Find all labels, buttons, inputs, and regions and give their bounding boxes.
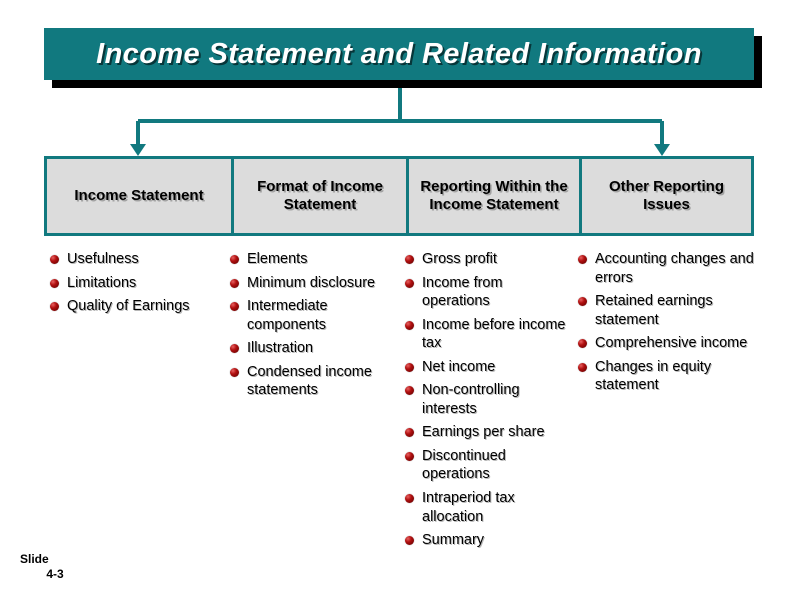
slide-number-label: Slide [20,552,49,566]
bullet-dot-icon [578,339,587,349]
bullet-dot-icon [405,362,414,372]
page-title: Income Statement and Related Information [96,37,702,70]
category-label: Income Statement [74,186,204,204]
category-label: Reporting Within the Income Statement [420,177,568,213]
category-box-income-statement[interactable]: Income Statement [47,159,231,233]
list-item: Income before income tax [405,316,574,353]
arrowhead-left-icon [130,144,146,156]
list-item-label: Earnings per share [422,424,545,441]
bullet-dot-icon [405,451,414,461]
category-box-format-of-income-statement[interactable]: Format of Income Statement [231,159,406,233]
list-item: Accounting changes and errors [578,250,764,287]
list-item: Non-controlling interests [405,381,574,418]
category-label: Other Reporting Issues [609,177,724,213]
bullet-dot-icon [405,494,414,504]
list-item: Gross profit [405,250,574,269]
list-item-label: Retained earnings statement [595,293,713,328]
list-item-label: Intraperiod tax allocation [422,490,515,525]
list-item: Comprehensive income [578,334,764,353]
list-item: Minimum disclosure [230,274,401,293]
list-item: Limitations [50,274,224,293]
bullet-column-reporting-within-the-income-statement: Gross profit Income from operations Inco… [403,250,576,555]
bullet-dot-icon [405,428,414,438]
bullet-dot-icon [230,367,239,377]
bullet-column-other-reporting-issues: Accounting changes and errors Retained e… [576,250,766,400]
list-item-label: Income before income tax [422,316,566,352]
list-item-label: Quality of Earnings [67,298,190,315]
list-item: Income from operations [405,274,574,311]
bullet-dot-icon [50,255,59,264]
title-banner: Income Statement and Related Information [44,28,754,80]
list-item: Earnings per share [405,423,574,442]
list-item-label: Limitations [67,274,137,291]
bullet-dot-icon [578,255,587,264]
bullet-dot-icon [578,362,587,372]
bullet-dot-icon [230,344,239,354]
list-item-label: Elements [247,251,308,267]
bullet-dot-icon [50,278,59,288]
bullet-dot-icon [50,302,59,312]
list-item-label: Changes in equity statement [595,358,712,394]
slide-canvas: Income Statement and Related Information… [0,0,800,600]
list-item-label: Illustration [247,340,314,357]
list-item-label: Comprehensive income [595,335,748,352]
list-item-label: Income from operations [422,274,503,310]
bullet-column-income-statement: Usefulness Limitations Quality of Earnin… [44,250,228,321]
list-item-label: Net income [422,358,496,375]
list-item: Condensed income statements [230,363,401,400]
category-header-row: Income Statement Format of Income Statem… [44,156,754,236]
bullet-dot-icon [405,320,414,330]
bullet-dot-icon [230,278,239,288]
list-item-label: Gross profit [422,251,497,267]
list-item: Quality of Earnings [50,297,224,316]
list-item: Intermediate components [230,297,401,334]
slide-number-value: 4-3 [46,567,64,581]
arrowhead-right-icon [654,144,670,156]
list-item-label: Intermediate components [247,298,328,333]
list-item-label: Summary [422,532,485,549]
list-item: Discontinued operations [405,447,574,484]
list-item-label: Discontinued operations [422,447,506,483]
list-item: Net income [405,358,574,377]
bullet-dot-icon [578,297,587,307]
list-item: Changes in equity statement [578,358,764,395]
bullet-dot-icon [230,255,239,264]
bullet-dot-icon [405,386,414,396]
list-item: Retained earnings statement [578,292,764,329]
bullet-dot-icon [405,255,414,264]
list-item-label: Minimum disclosure [247,274,376,291]
bullet-dot-icon [230,302,239,312]
bullet-columns: Usefulness Limitations Quality of Earnin… [44,250,766,555]
list-item: Elements [230,250,401,269]
list-item: Illustration [230,339,401,358]
list-item-label: Accounting changes and errors [595,251,754,286]
list-item: Intraperiod tax allocation [405,489,574,526]
category-label: Format of Income Statement [257,177,383,213]
bullet-dot-icon [405,536,414,546]
list-item-label: Non-controlling interests [422,382,520,417]
category-box-reporting-within-the-income-statement[interactable]: Reporting Within the Income Statement [406,159,579,233]
list-item: Summary [405,531,574,550]
list-item: Usefulness [50,250,224,269]
bullet-dot-icon [405,278,414,288]
slide-number: Slide 4-3 [18,552,92,582]
list-item-label: Usefulness [67,251,139,267]
category-box-other-reporting-issues[interactable]: Other Reporting Issues [579,159,751,233]
bullet-column-format-of-income-statement: Elements Minimum disclosure Intermediate… [228,250,403,405]
list-item-label: Condensed income statements [247,363,372,399]
